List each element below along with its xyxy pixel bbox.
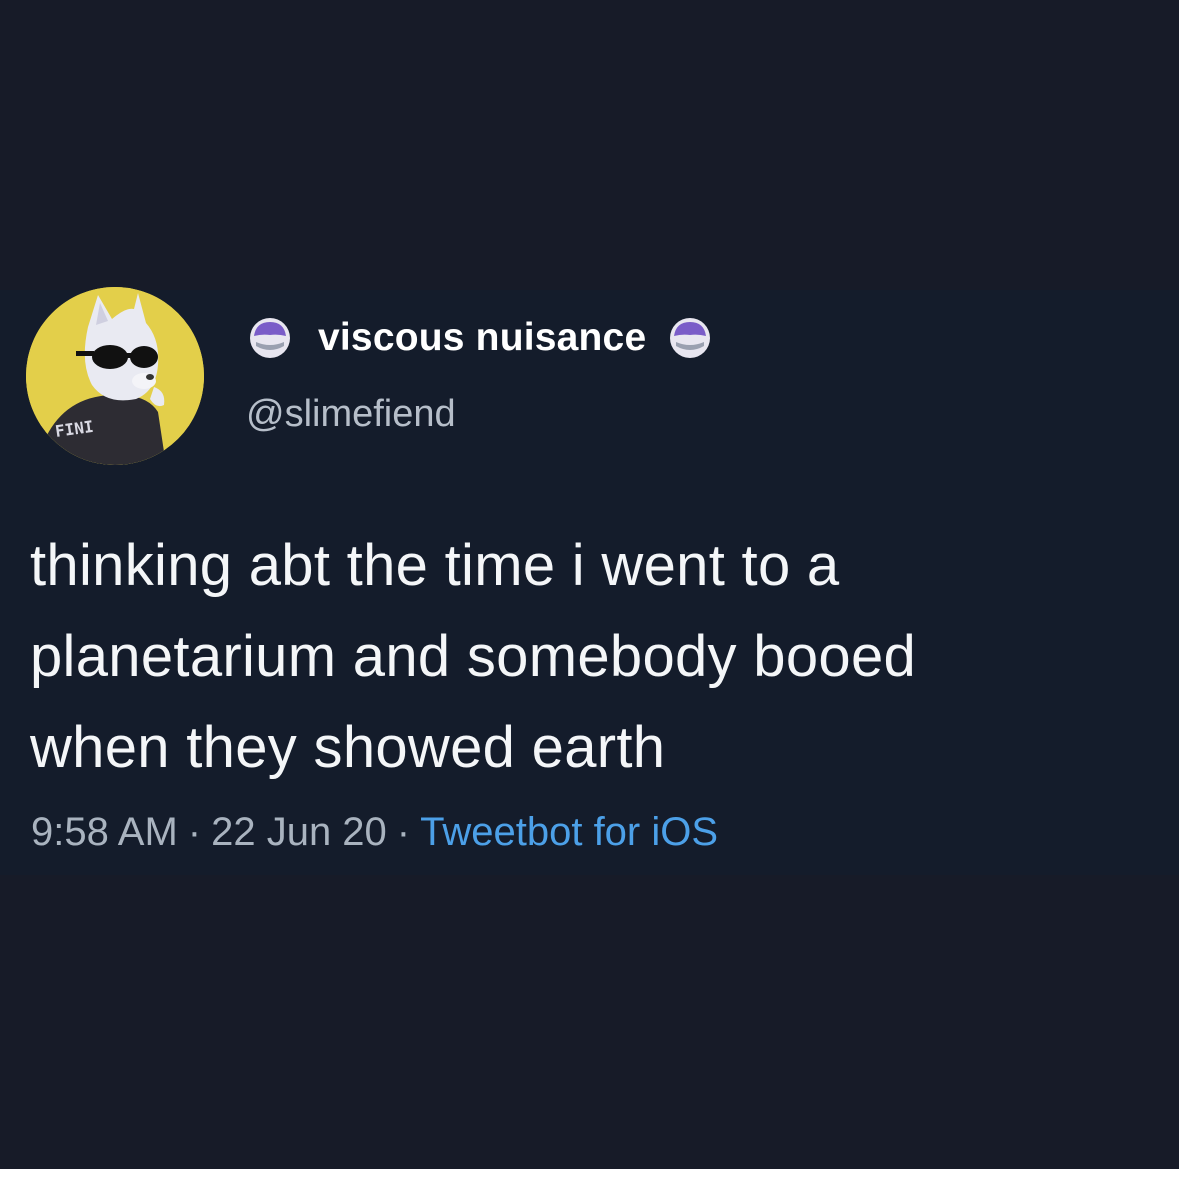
author-name-row[interactable]: viscous nuisance — [248, 313, 712, 363]
avatar-dog-icon: FINI — [26, 287, 204, 465]
tweet-text-line: when they showed earth — [30, 715, 666, 780]
tweet-meta: 9:58 AM · 22 Jun 20 · Tweetbot for iOS — [31, 810, 718, 855]
tweet-text-line: thinking abt the time i went to a — [30, 533, 840, 598]
avatar[interactable]: FINI — [26, 287, 204, 465]
screenshot-background: FINI viscous nuisance @slimefiend thinki… — [0, 0, 1179, 1169]
slime-badge-icon — [248, 316, 292, 360]
tweet-source-link[interactable]: Tweetbot for iOS — [420, 810, 718, 854]
display-name[interactable]: viscous nuisance — [318, 316, 646, 360]
meta-separator: · — [187, 810, 202, 854]
tweet-date[interactable]: 22 Jun 20 — [211, 810, 387, 854]
user-handle[interactable]: @slimefiend — [246, 393, 456, 436]
tweet-time[interactable]: 9:58 AM — [31, 810, 178, 854]
bottom-edge — [0, 1169, 1179, 1177]
slime-badge-icon — [668, 316, 712, 360]
meta-separator: · — [396, 810, 411, 854]
tweet-text-line: planetarium and somebody booed — [30, 624, 917, 689]
tweet-text: thinking abt the time i went to a planet… — [30, 520, 1160, 793]
